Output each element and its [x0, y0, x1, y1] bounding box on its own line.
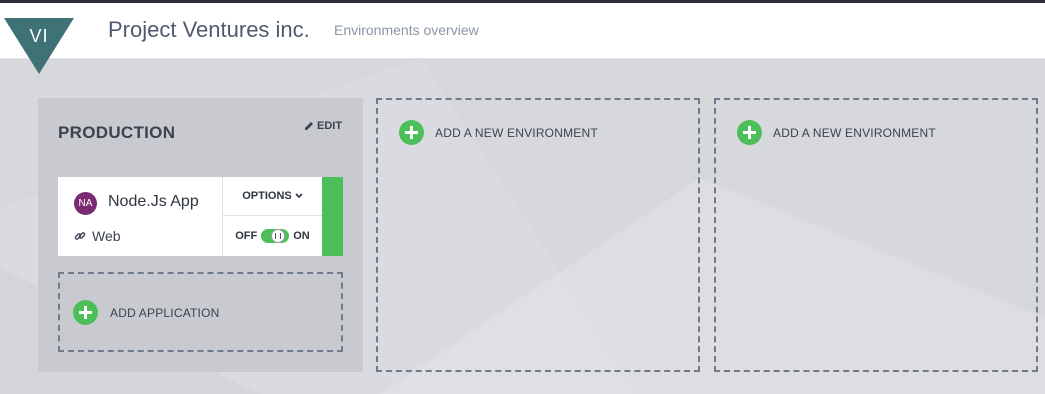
link-icon [74, 232, 86, 240]
status-indicator [322, 177, 343, 256]
chevron-down-icon [295, 193, 303, 199]
switch-knob [271, 229, 286, 243]
logo-initials: VI [29, 26, 49, 46]
application-name: Node.Js App [108, 193, 199, 210]
avatar: NA [74, 192, 97, 215]
edit-label: EDIT [317, 120, 343, 132]
application-web-link[interactable]: Web [74, 228, 121, 244]
app-header: VI Project Ventures inc. Environments ov… [0, 3, 1045, 74]
add-environment-button[interactable]: ADD A NEW ENVIRONMENT [714, 98, 1038, 372]
add-environment-label: ADD A NEW ENVIRONMENT [435, 126, 598, 140]
environment-production: PRODUCTION EDIT NA Node.Js App Web OPTIO… [38, 98, 363, 372]
edit-environment-button[interactable]: EDIT [304, 120, 342, 132]
add-environment-label: ADD A NEW ENVIRONMENT [773, 126, 936, 140]
on-off-switch[interactable] [261, 229, 290, 243]
options-label: OPTIONS [242, 190, 292, 202]
company-name: Project Ventures inc. [108, 17, 310, 42]
plus-icon [737, 120, 762, 145]
plus-icon [73, 300, 98, 325]
add-environment-button[interactable]: ADD A NEW ENVIRONMENT [376, 98, 700, 372]
pencil-icon [305, 122, 313, 130]
add-application-label: ADD APPLICATION [110, 306, 220, 320]
toggle-on-label: ON [293, 230, 310, 242]
page-subtitle: Environments overview [334, 22, 479, 38]
add-application-button[interactable]: ADD APPLICATION [58, 272, 343, 352]
options-dropdown[interactable]: OPTIONS [223, 177, 322, 215]
plus-icon [399, 120, 424, 145]
app-toggle: OFF ON [223, 216, 322, 256]
environment-title: PRODUCTION [58, 123, 176, 142]
application-card: NA Node.Js App Web OPTIONS OFF ON [58, 177, 343, 256]
toggle-off-label: OFF [235, 230, 258, 242]
link-label: Web [92, 228, 121, 244]
